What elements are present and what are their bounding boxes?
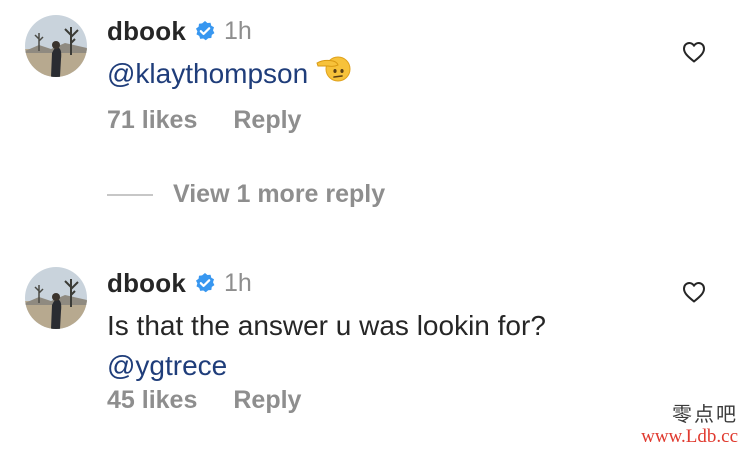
comment-body: Is that the answer u was lookin for? <box>107 310 546 341</box>
comment: dbook 1h @klaythompson 71 likes Reply <box>0 0 750 160</box>
divider <box>107 193 153 196</box>
likes-count[interactable]: 45 likes <box>107 386 197 415</box>
verified-badge-icon <box>194 20 216 42</box>
username[interactable]: dbook <box>107 16 186 47</box>
reply-button[interactable]: Reply <box>233 106 301 135</box>
mention-link[interactable]: @klaythompson <box>107 58 308 89</box>
timestamp: 1h <box>224 268 252 297</box>
avatar[interactable] <box>25 267 87 329</box>
watermark-title: 零点吧 <box>672 402 738 427</box>
watermark-url: www.Ldb.cc <box>641 426 738 448</box>
comment: dbook 1h Is that the answer u was lookin… <box>0 252 750 422</box>
comment-actions: 45 likes Reply <box>107 386 301 415</box>
watermark: 零点吧 www.Ldb.cc <box>641 402 738 449</box>
heart-icon[interactable] <box>682 281 706 303</box>
likes-count[interactable]: 71 likes <box>107 106 197 135</box>
comment-text: @klaythompson <box>107 54 667 94</box>
verified-badge-icon <box>194 272 216 294</box>
view-more-replies-label: View 1 more reply <box>173 180 386 208</box>
comment-actions: 71 likes Reply <box>107 106 301 135</box>
avatar[interactable] <box>25 15 87 77</box>
timestamp: 1h <box>224 16 252 45</box>
username[interactable]: dbook <box>107 268 186 299</box>
heart-icon[interactable] <box>682 41 706 63</box>
comment-header: dbook 1h <box>107 266 252 300</box>
desert-landscape-avatar-icon <box>25 267 87 329</box>
comment-text: Is that the answer u was lookin for? @yg… <box>107 306 667 386</box>
mention-link[interactable]: @ygtrece <box>107 350 227 381</box>
desert-landscape-avatar-icon <box>25 15 87 77</box>
reply-button[interactable]: Reply <box>233 386 301 415</box>
comment-header: dbook 1h <box>107 14 252 48</box>
saluting-face-emoji-icon <box>316 53 352 93</box>
view-more-replies-button[interactable]: View 1 more reply <box>107 180 385 209</box>
